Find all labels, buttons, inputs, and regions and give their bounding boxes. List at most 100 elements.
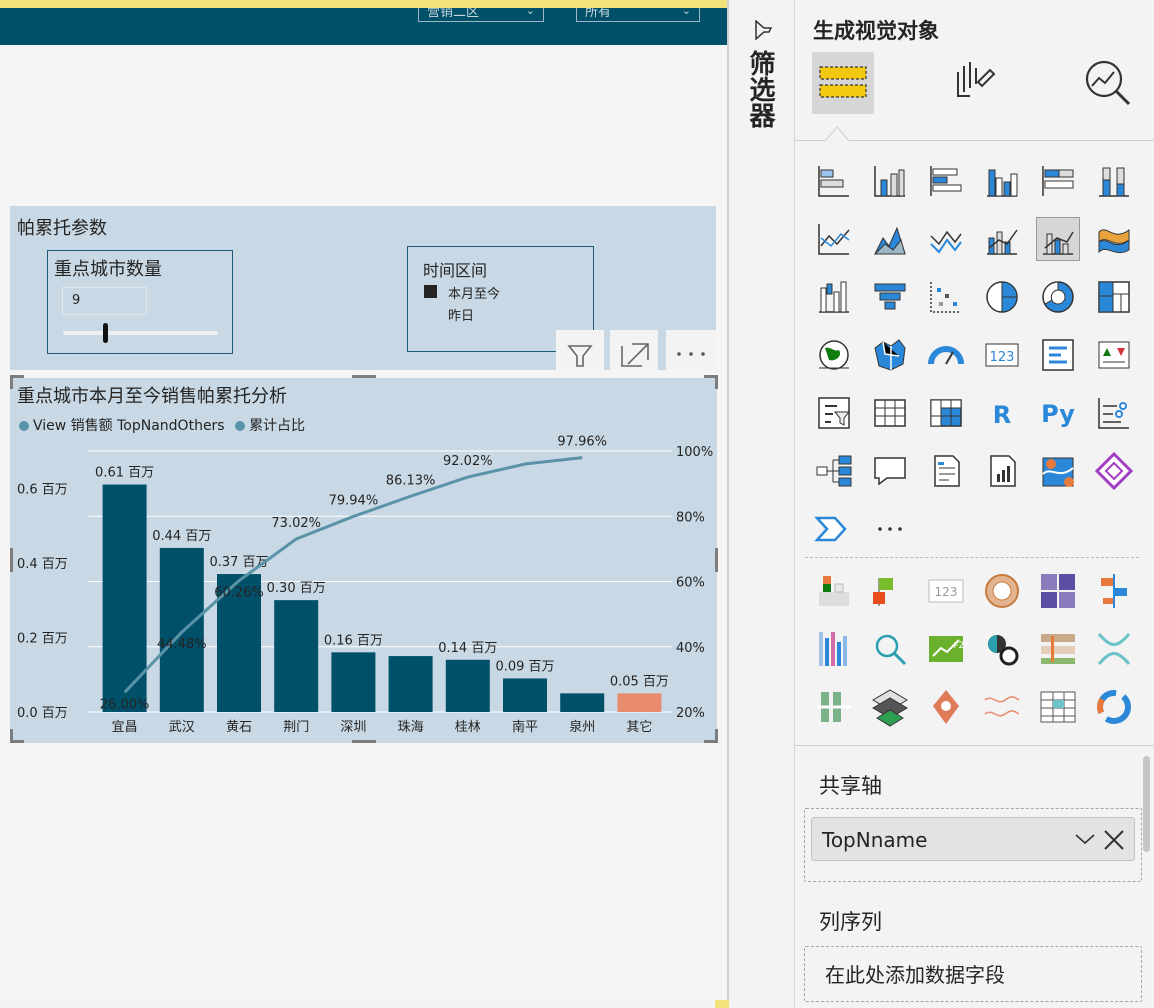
ribbon-chart-icon[interactable] [1093,218,1135,260]
key-influencers-icon[interactable] [1093,392,1135,434]
custom-visual-heat-strip-icon[interactable] [813,628,855,670]
custom-visual-chord-icon[interactable] [1093,628,1135,670]
all-slicer[interactable]: 所有 ⌄ [576,8,700,22]
more-options-button[interactable] [666,330,716,370]
card-icon[interactable]: 123 [981,334,1023,376]
clustered-bar-chart-icon[interactable] [925,160,967,202]
checkbox-unchecked[interactable] [424,307,437,320]
custom-visual-gantt-icon[interactable] [1093,570,1135,612]
tab-analytics[interactable] [1077,52,1139,114]
line-and-clustered-column-icon[interactable] [1036,217,1080,261]
custom-visual-flag-icon[interactable] [869,570,911,612]
resize-handle[interactable] [715,729,718,743]
custom-visual-timeline-icon[interactable] [813,686,855,728]
pane-title: 生成视觉对象 [813,19,939,43]
line-and-stacked-column-icon[interactable] [981,218,1023,260]
treemap-icon[interactable] [1093,276,1135,318]
custom-visual-table-heatmap-icon[interactable] [1037,686,1079,728]
resize-handle[interactable] [352,740,376,743]
filters-pane-collapsed[interactable]: 筛选器 [729,0,794,1008]
power-automate-icon[interactable] [813,508,855,550]
custom-visual-radial-bar-icon[interactable] [1093,686,1135,728]
line-chart-icon[interactable] [813,218,855,260]
azure-map-icon[interactable] [1037,450,1079,492]
area-chart-icon[interactable] [869,218,911,260]
slider-thumb[interactable] [102,323,108,343]
resize-handle[interactable] [10,729,13,743]
table-icon[interactable] [869,392,911,434]
paginated-report-icon[interactable] [981,450,1023,492]
svg-text:123: 123 [990,350,1015,365]
close-icon[interactable] [1102,828,1126,852]
custom-visual-diamond-icon[interactable] [925,686,967,728]
resize-handle[interactable] [10,548,13,572]
visual-filter-button[interactable] [556,330,604,370]
resize-handle[interactable] [352,375,376,378]
r-script-icon[interactable]: R [981,392,1023,434]
city-count-input[interactable]: 9 [62,287,147,315]
bar-data-label: 0.16 百万 [324,633,383,648]
resize-handle[interactable] [10,375,13,389]
custom-visual-bullet-icon[interactable] [1037,628,1079,670]
custom-visual-dot-icon[interactable] [981,628,1023,670]
slicer-icon[interactable] [813,392,855,434]
scatter-chart-icon[interactable] [925,276,967,318]
parameter-visual-title: 帕累托参数 [17,218,107,239]
active-tab-caret [825,126,850,142]
x-tick-label: 深圳 [340,720,366,735]
decomposition-tree-icon[interactable] [813,450,855,492]
y-right-tick-label: 60% [676,576,705,591]
focus-mode-button[interactable] [610,330,658,370]
kpi-icon[interactable] [1093,334,1135,376]
city-count-slider[interactable] [63,331,218,335]
column-series-well[interactable]: 在此处添加数据字段 [804,946,1142,1002]
gauge-icon[interactable] [925,334,967,376]
checkbox-checked[interactable] [424,285,437,298]
custom-visual-number-card-icon[interactable]: 123 [925,570,967,612]
funnel-chart-icon[interactable] [869,276,911,318]
custom-visual-layers-icon[interactable] [869,686,911,728]
stacked-column-chart-icon[interactable] [869,160,911,202]
custom-visual-trend-card-icon[interactable]: +2% [925,628,973,670]
pie-chart-icon[interactable] [981,276,1023,318]
custom-visual-waterfall-icon[interactable] [813,570,855,612]
build-visual-icon [819,66,867,98]
key-city-count-slicer[interactable]: 重点城市数量 9 [47,250,233,354]
stacked-area-chart-icon[interactable] [925,218,967,260]
smart-narrative-icon[interactable] [925,450,967,492]
matrix-icon[interactable] [925,392,967,434]
custom-visual-radial-icon[interactable] [981,570,1023,612]
multi-row-card-icon[interactable] [1037,334,1079,376]
custom-visual-grid-icon[interactable] [1037,570,1079,612]
resize-handle[interactable] [715,548,718,572]
stacked-bar-chart-icon[interactable] [813,160,855,202]
donut-chart-icon[interactable] [1037,276,1079,318]
pane-scrollbar[interactable] [1143,756,1150,852]
qa-icon[interactable] [869,450,911,492]
bar [331,652,376,712]
clustered-column-chart-icon[interactable] [981,160,1023,202]
map-icon[interactable] [813,334,855,376]
python-visual-icon[interactable]: Py [1037,392,1079,434]
shared-axis-well[interactable]: TopNname [804,808,1142,882]
field-pill-topnname[interactable]: TopNname [811,817,1135,861]
tab-format-visual[interactable] [942,52,1004,114]
100-stacked-bar-icon[interactable] [1037,160,1079,202]
tab-build-visual[interactable] [812,52,874,114]
custom-visual-sparkline-icon[interactable] [981,686,1023,728]
100-stacked-column-icon[interactable] [1093,160,1135,202]
line-data-label: 60.26% [214,586,264,601]
top-accent-bar [0,0,728,8]
more-visuals-icon[interactable] [869,508,911,550]
filled-map-icon[interactable] [869,334,911,376]
custom-visual-search-icon[interactable] [869,628,911,670]
bar-data-label: 0.37 百万 [209,555,268,570]
report-header-band: 营销二区 ⌄ 所有 ⌄ [0,8,728,45]
region-slicer[interactable]: 营销二区 ⌄ [418,8,544,22]
waterfall-chart-icon[interactable] [813,276,855,318]
x-tick-label: 其它 [626,719,652,735]
pareto-chart-visual[interactable]: 重点城市本月至今销售帕累托分析 View 销售额 TopNandOthers 累… [10,378,717,743]
resize-handle[interactable] [715,375,718,389]
power-apps-icon[interactable] [1093,450,1135,492]
chevron-down-icon[interactable] [1074,832,1096,846]
